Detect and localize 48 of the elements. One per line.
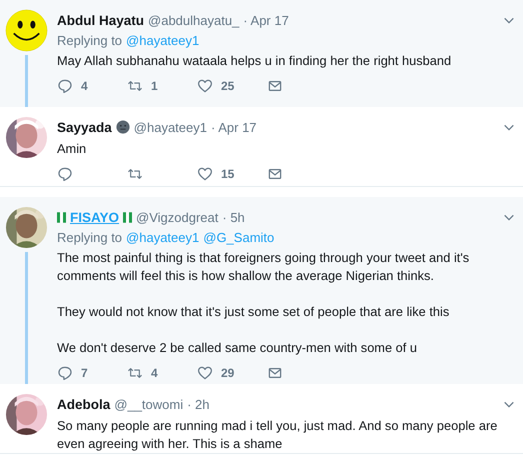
tweet-text: They would not know that it's just some set of people that are like this xyxy=(57,303,450,321)
action-count: 7 xyxy=(81,366,88,380)
flag-icon xyxy=(57,212,66,222)
retweet-icon[interactable] xyxy=(127,78,143,94)
tweet-text: So many people are running mad i tell you, just mad. And so many people are even agreeing with her. This is a shame xyxy=(57,417,498,453)
user-handle[interactable]: @Vigzodgreat xyxy=(136,210,218,224)
action-count: 1 xyxy=(151,79,158,93)
mention-link[interactable]: @hayateey1 xyxy=(126,33,200,48)
mention-link[interactable]: @hayateey1 xyxy=(126,230,200,245)
chevron-down-icon[interactable] xyxy=(503,400,515,408)
action-count: 4 xyxy=(151,366,158,380)
action-count: 29 xyxy=(221,366,234,380)
chevron-down-icon[interactable] xyxy=(503,122,515,132)
heart-icon[interactable] xyxy=(197,166,213,182)
replying-label: Replying to xyxy=(57,33,122,48)
user-name[interactable]: FISAYO xyxy=(70,210,120,224)
tweet-text: Amin xyxy=(57,140,88,158)
chevron-down-icon[interactable] xyxy=(503,212,515,222)
user-handle[interactable]: @hayateey1 xyxy=(134,120,207,134)
replying-label: Replying to xyxy=(57,230,122,245)
chevron-down-icon[interactable] xyxy=(503,16,515,24)
tweet-text: We don't deserve 2 be called same country-men with some of u xyxy=(57,339,418,357)
retweet-icon[interactable] xyxy=(127,166,143,182)
user-name[interactable]: Adebola xyxy=(57,396,110,412)
retweet-icon[interactable] xyxy=(127,365,143,381)
user-handle[interactable]: @__towomi xyxy=(114,396,184,412)
action-count: 4 xyxy=(81,79,88,93)
tweet-time[interactable]: · 5h xyxy=(222,210,245,224)
user-name[interactable]: Abdul Hayatu xyxy=(57,12,144,28)
tweet-time[interactable]: · Apr 17 xyxy=(211,120,257,134)
heart-icon[interactable] xyxy=(197,78,213,94)
envelope-icon[interactable] xyxy=(267,365,283,381)
tweet-text: The most painful thing is that foreigners going through your tweet and it's comments will feel this is how shallow the average Nigerian thinks. xyxy=(57,249,470,285)
action-count: 15 xyxy=(221,167,234,181)
reply-icon[interactable] xyxy=(57,78,73,94)
smiley-icon xyxy=(5,9,48,52)
tweet-time[interactable]: · 2h xyxy=(187,396,210,412)
action-count: 25 xyxy=(221,79,234,93)
user-handle[interactable]: @abdulhayatu_ xyxy=(148,12,240,28)
mention-link[interactable]: @G_Samito xyxy=(203,230,274,245)
tweet-text: May Allah subhanahu wataala helps u in finding her the right husband xyxy=(57,52,452,70)
user-name[interactable]: Sayyada xyxy=(57,120,112,134)
reply-icon[interactable] xyxy=(57,166,73,182)
heart-icon[interactable] xyxy=(197,365,213,381)
envelope-icon[interactable] xyxy=(267,78,283,94)
envelope-icon[interactable] xyxy=(267,166,283,182)
reply-icon[interactable] xyxy=(57,365,73,381)
tweet-time[interactable]: · Apr 17 xyxy=(243,12,289,28)
